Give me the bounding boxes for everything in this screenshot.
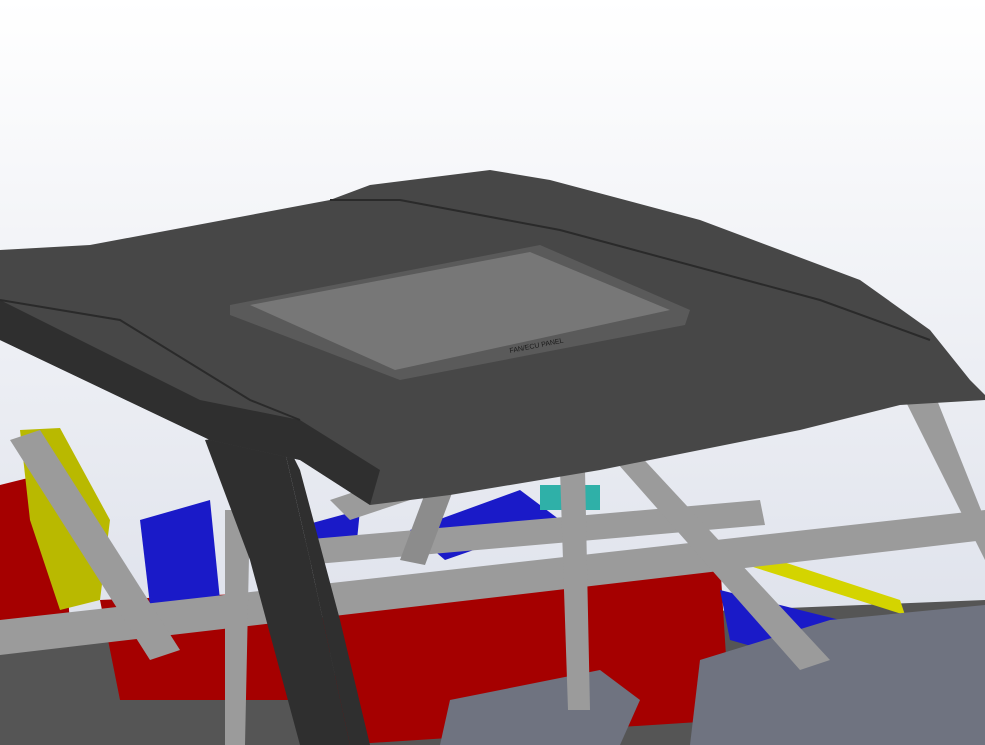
- cad-model-scene[interactable]: FAN/ECU PANEL: [0, 0, 985, 745]
- cad-viewport[interactable]: FAN/ECU PANEL: [0, 0, 985, 745]
